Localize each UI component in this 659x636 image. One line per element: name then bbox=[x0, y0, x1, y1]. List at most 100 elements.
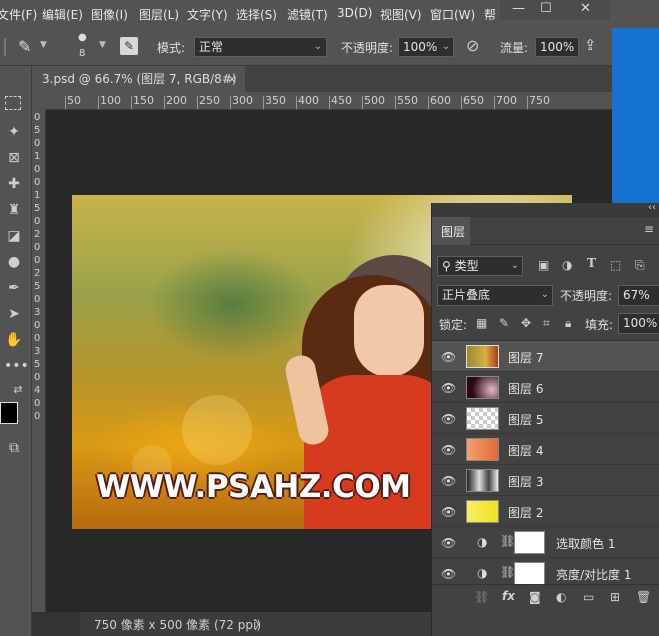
layer-name[interactable]: 图层 6 bbox=[508, 380, 543, 397]
ruler-tick-label: 0 bbox=[34, 177, 41, 188]
document-tab[interactable]: 3.psd @ 66.7% (图层 7, RGB/8#) * × bbox=[32, 66, 245, 112]
healing-brush-icon[interactable]: ✚ bbox=[4, 174, 24, 194]
new-adjustment-icon[interactable]: ◐ bbox=[556, 590, 566, 604]
layer-row-4[interactable]: 👁︎ 图层 4 bbox=[432, 434, 659, 465]
crop-tool-icon[interactable]: ⊠ bbox=[4, 148, 24, 168]
layer-row-7[interactable]: 👁︎ 图层 7 bbox=[432, 341, 659, 372]
close-tab-icon[interactable]: × bbox=[227, 66, 237, 92]
chain-link-icon[interactable]: ⛓ bbox=[500, 565, 515, 579]
brush-picker-chevron-icon[interactable]: ▼ bbox=[99, 40, 106, 50]
menu-window[interactable]: 窗口(W) bbox=[430, 6, 475, 23]
marquee-tool-icon[interactable] bbox=[5, 96, 21, 110]
maximize-button[interactable]: ☐ bbox=[540, 1, 552, 16]
pen-tool-icon[interactable]: ✒ bbox=[4, 278, 24, 298]
minimize-button[interactable]: — bbox=[512, 1, 525, 16]
layer-name[interactable]: 图层 7 bbox=[508, 349, 543, 366]
smart-object-filter-icon[interactable]: ⎘ bbox=[635, 258, 645, 273]
layer-name[interactable]: 图层 4 bbox=[508, 442, 543, 459]
type-layer-filter-icon[interactable]: T bbox=[587, 256, 596, 270]
visibility-eye-icon[interactable]: 👁︎ bbox=[441, 412, 456, 426]
ruler-tick-label: 0 bbox=[34, 255, 41, 266]
fill-value: 100% bbox=[623, 316, 658, 330]
layer-opacity-input[interactable]: 67% bbox=[618, 285, 659, 306]
close-window-button[interactable]: ✕ bbox=[580, 1, 591, 16]
menu-view[interactable]: 视图(V) bbox=[380, 6, 422, 23]
opacity-input[interactable]: 100% ⌄ bbox=[398, 37, 454, 57]
ruler-tick-label: 150 bbox=[133, 94, 154, 107]
layer-name[interactable]: 图层 2 bbox=[508, 504, 543, 521]
layer-name[interactable]: 选取颜色 1 bbox=[556, 535, 615, 552]
foreground-color-swatch[interactable] bbox=[0, 402, 18, 424]
lock-all-icon[interactable]: 🔒︎ bbox=[565, 316, 571, 331]
menu-edit[interactable]: 编辑(E) bbox=[42, 6, 83, 23]
visibility-eye-icon[interactable]: 👁︎ bbox=[441, 536, 456, 550]
screen-mode-icon[interactable]: ⧉ bbox=[4, 438, 24, 458]
layers-tab[interactable]: 图层 bbox=[441, 223, 465, 240]
swap-colors-icon[interactable]: ⇄ bbox=[8, 380, 28, 400]
menu-layer[interactable]: 图层(L) bbox=[139, 6, 179, 23]
ruler-tick-label: 700 bbox=[496, 94, 517, 107]
new-group-icon[interactable]: ▭ bbox=[583, 590, 594, 604]
pixel-layer-filter-icon[interactable]: ▣ bbox=[538, 258, 549, 272]
brush-settings-icon[interactable]: ✎ bbox=[120, 37, 138, 55]
layer-row-3[interactable]: 👁︎ 图层 3 bbox=[432, 465, 659, 496]
ruler-tick-mark bbox=[362, 96, 363, 109]
path-selection-icon[interactable]: ➤ bbox=[4, 304, 24, 324]
menu-help[interactable]: 帮 bbox=[484, 6, 496, 23]
fx-icon[interactable]: fx bbox=[502, 589, 515, 603]
layer-filter-select[interactable]: ⚲ 类型 ⌄ bbox=[437, 256, 523, 276]
blend-mode-select[interactable]: 正片叠底 ⌄ bbox=[437, 285, 553, 306]
more-tools-icon[interactable]: ••• bbox=[4, 356, 29, 376]
lock-artboard-icon[interactable]: ⌗ bbox=[543, 316, 550, 331]
layer-name[interactable]: 图层 5 bbox=[508, 411, 543, 428]
menu-3d[interactable]: 3D(D) bbox=[337, 6, 372, 20]
menu-select[interactable]: 选择(S) bbox=[236, 6, 277, 23]
visibility-eye-icon[interactable]: 👁︎ bbox=[441, 381, 456, 395]
shape-layer-filter-icon[interactable]: ⬚ bbox=[610, 258, 621, 272]
layer-row-2[interactable]: 👁︎ 图层 2 bbox=[432, 496, 659, 527]
delete-layer-icon[interactable]: 🗑︎ bbox=[636, 590, 651, 604]
layer-row-selective-color[interactable]: 👁︎ ◑ ⛓ 选取颜色 1 bbox=[432, 527, 659, 558]
vertical-ruler[interactable]: 0 5 0 1 0 0 1 5 0 2 0 0 2 5 0 3 0 0 3 5 0 4 0 0 bbox=[32, 110, 46, 612]
layer-row-6[interactable]: 👁︎ 图层 6 bbox=[432, 372, 659, 403]
horizontal-ruler[interactable]: 0501001502002503003504004505005506006507… bbox=[46, 92, 612, 110]
menu-file[interactable]: 文件(F) bbox=[0, 6, 37, 23]
adjustment-layer-filter-icon[interactable]: ◑ bbox=[562, 258, 572, 272]
panel-menu-icon[interactable]: ≡ bbox=[644, 222, 654, 236]
status-menu-arrow-icon[interactable]: 〉 bbox=[254, 616, 266, 633]
pressure-opacity-icon[interactable]: ⊘ bbox=[466, 36, 479, 55]
magic-wand-icon[interactable]: ✦ bbox=[4, 122, 24, 142]
mode-select[interactable]: 正常 ⌄ bbox=[194, 37, 327, 57]
lock-transparent-icon[interactable]: ▦ bbox=[476, 316, 487, 330]
visibility-eye-icon[interactable]: 👁︎ bbox=[441, 505, 456, 519]
visibility-eye-icon[interactable]: 👁︎ bbox=[441, 474, 456, 488]
fill-input[interactable]: 100% bbox=[618, 313, 659, 334]
share-icon[interactable]: ⇪ bbox=[584, 36, 597, 54]
brush-tool-icon[interactable]: ✎ bbox=[18, 37, 31, 56]
visibility-eye-icon[interactable]: 👁︎ bbox=[441, 350, 456, 364]
lock-position-icon[interactable]: ✥ bbox=[521, 316, 531, 330]
menu-type[interactable]: 文字(Y) bbox=[187, 6, 228, 23]
lock-image-icon[interactable]: ✎ bbox=[499, 316, 509, 330]
brush-preset-dot-icon[interactable]: ● bbox=[78, 32, 87, 43]
layer-name[interactable]: 亮度/对比度 1 bbox=[556, 566, 632, 583]
chevron-down-icon[interactable]: ▼ bbox=[40, 40, 47, 50]
ruler-tick-mark bbox=[461, 96, 462, 109]
link-layers-icon[interactable]: ⛓ bbox=[474, 590, 489, 604]
new-layer-icon[interactable]: ⊞ bbox=[610, 590, 620, 604]
menu-image[interactable]: 图像(I) bbox=[91, 6, 128, 23]
hand-tool-icon[interactable]: ✋ bbox=[4, 330, 24, 350]
add-mask-icon[interactable]: ◙ bbox=[529, 590, 541, 604]
flow-input[interactable]: 100% bbox=[535, 37, 579, 57]
blur-tool-icon[interactable]: ● bbox=[4, 252, 24, 272]
eraser-tool-icon[interactable]: ◪ bbox=[4, 226, 24, 246]
layer-name[interactable]: 图层 3 bbox=[508, 473, 543, 490]
collapse-panel-icon[interactable]: ‹‹ bbox=[648, 202, 656, 213]
layer-row-5[interactable]: 👁︎ 图层 5 bbox=[432, 403, 659, 434]
zoom-box[interactable] bbox=[32, 612, 80, 636]
menu-filter[interactable]: 滤镜(T) bbox=[287, 6, 328, 23]
chain-link-icon[interactable]: ⛓ bbox=[500, 534, 515, 548]
visibility-eye-icon[interactable]: 👁︎ bbox=[441, 567, 456, 581]
clone-stamp-icon[interactable]: ♜ bbox=[4, 200, 24, 220]
visibility-eye-icon[interactable]: 👁︎ bbox=[441, 443, 456, 457]
